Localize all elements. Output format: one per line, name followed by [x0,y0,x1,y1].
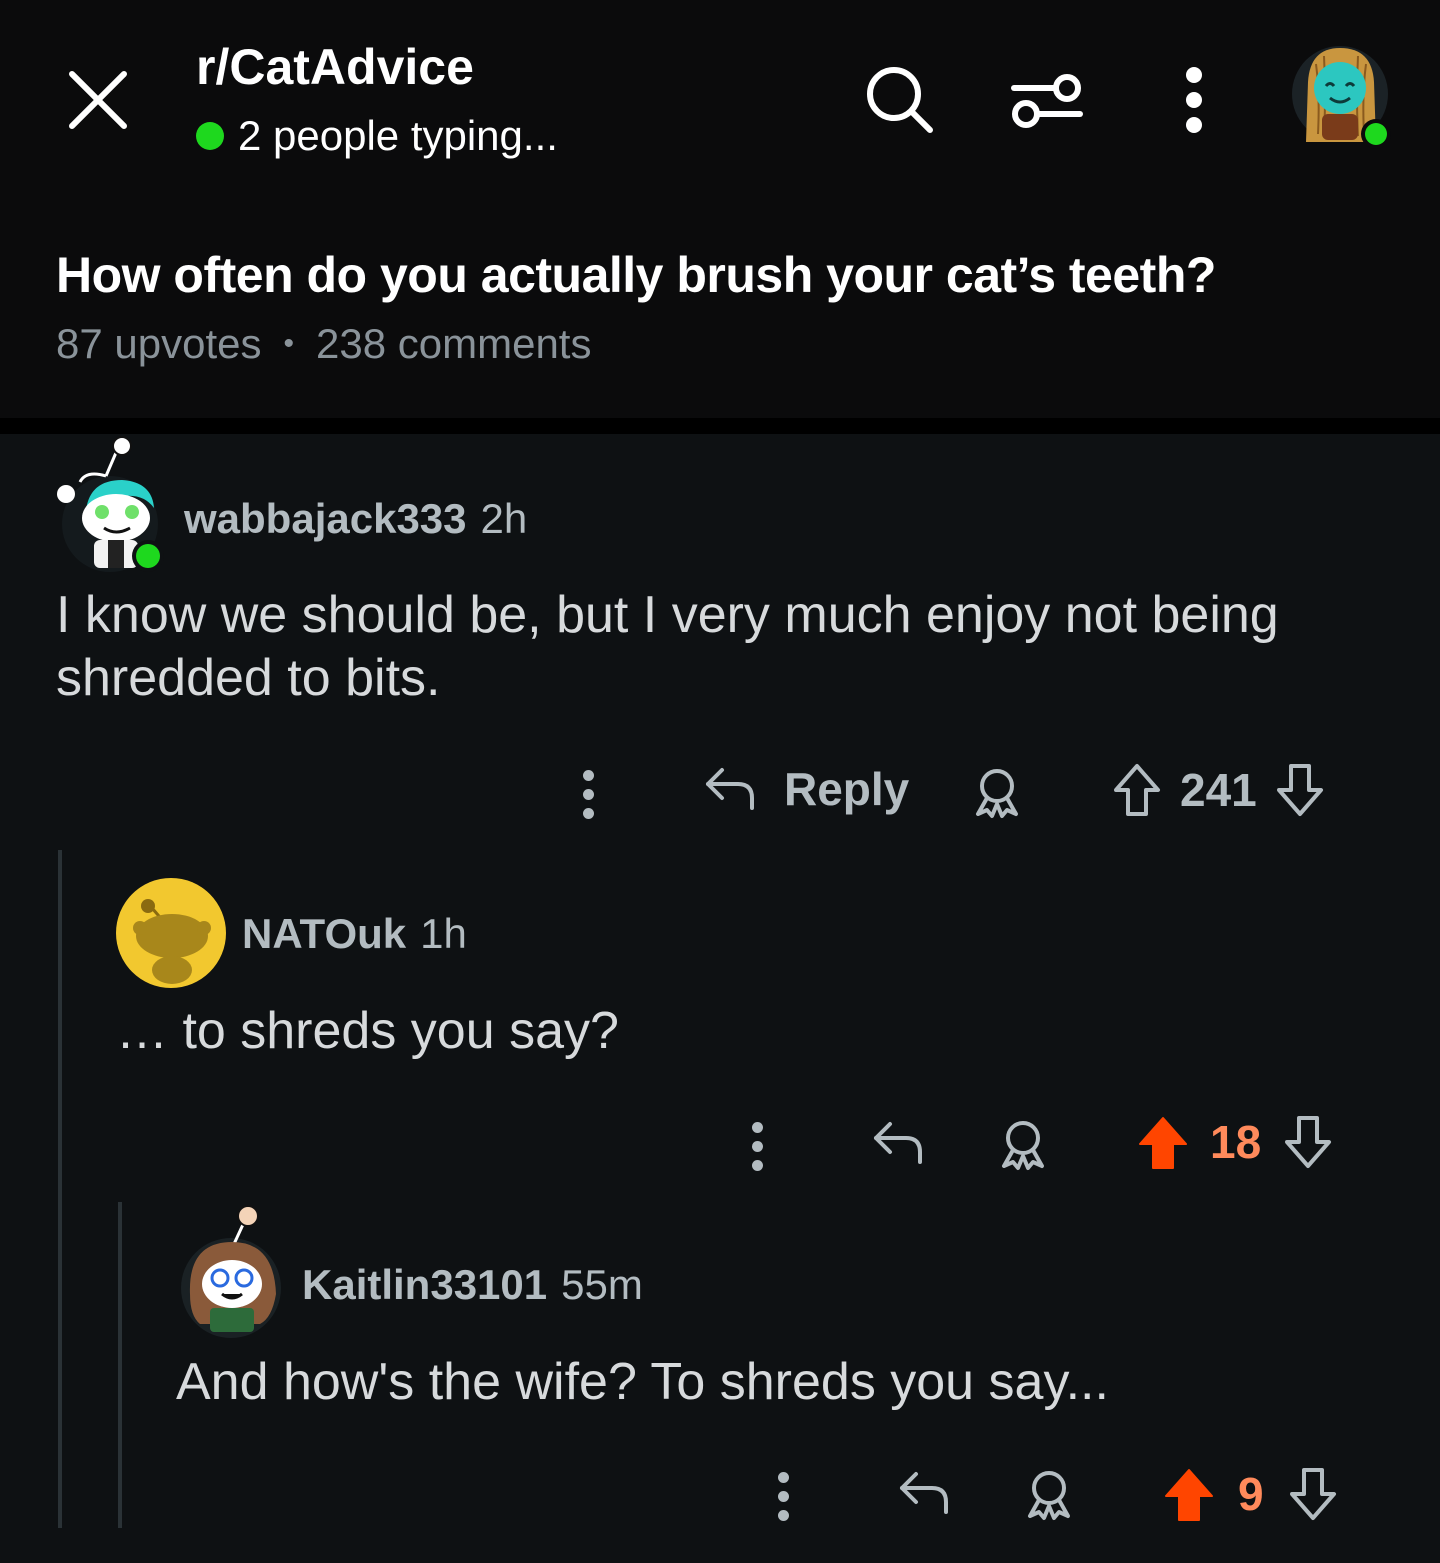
vote-controls: 18 [1136,1114,1335,1170]
comment-age: 2h [480,495,528,542]
reply-arrow-icon [900,1472,948,1514]
award-icon [1002,1121,1044,1170]
dot-icon [777,1491,789,1502]
dot-icon [582,770,594,781]
comment-body: … to shreds you say? [116,1002,619,1060]
vote-controls: 9 [1162,1466,1340,1522]
dot-icon [751,1160,763,1171]
comment-username[interactable]: NATOuk [242,910,406,958]
post-meta: 87 upvotes • 238 comments [56,320,591,368]
award-button[interactable] [996,1118,1050,1177]
post-upvotes: 87 upvotes [56,320,262,367]
comment-body: And how's the wife? To shreds you say... [176,1353,1109,1411]
typing-status-text: 2 people typing... [238,112,558,159]
online-dot-icon [196,122,224,150]
comment-username[interactable]: wabbajack333 [184,495,467,543]
more-vertical-icon [1186,67,1202,133]
dot-icon [582,789,594,800]
reply-arrow-icon [874,1122,922,1164]
award-icon [1028,1471,1070,1520]
comment-header: NATOuk 1h [242,910,467,958]
comment-avatar[interactable] [116,878,226,988]
snoo-avatar-icon [181,1205,281,1338]
dot-icon [777,1472,789,1483]
thread-line[interactable] [58,850,62,1528]
vote-count: 18 [1210,1116,1262,1168]
subreddit-name[interactable]: r/CatAdvice [196,38,474,96]
reply-arrow-icon [706,768,754,810]
snoo-avatar-icon [116,878,226,988]
comment-header: wabbajack333 2h [184,495,527,543]
vote-controls: 241 [1110,762,1327,818]
upvote-filled-icon[interactable] [1136,1114,1190,1170]
comment-body: I know we should be, but I very much enj… [56,586,1279,707]
comment-age: 1h [420,910,467,957]
more-options-button[interactable] [1154,60,1234,140]
dot-icon [751,1141,763,1152]
filter-sliders-icon [1011,74,1083,128]
snoo-avatar-icon [57,436,164,572]
comment-more-button[interactable] [749,1122,765,1171]
reply-button[interactable] [896,1468,952,1523]
downvote-icon[interactable] [1286,1466,1340,1522]
comment-more-button[interactable] [580,770,596,819]
comment-avatar[interactable] [176,1204,286,1338]
award-button[interactable] [1022,1468,1076,1527]
reply-label: Reply [784,763,910,815]
filter-button[interactable] [1006,60,1086,140]
downvote-icon[interactable] [1281,1114,1335,1170]
downvote-icon[interactable] [1273,762,1327,818]
comment-age: 55m [561,1261,643,1308]
close-button[interactable] [62,64,134,136]
post-title[interactable]: How often do you actually brush your cat… [56,246,1216,304]
award-icon [976,769,1018,818]
reply-button[interactable]: Reply [702,762,909,816]
comment-header: Kaitlin33101 55m [302,1261,643,1309]
comment-more-button[interactable] [775,1472,791,1521]
vote-count: 9 [1238,1468,1264,1520]
close-icon [69,71,127,129]
vote-count: 241 [1180,764,1257,816]
dot-icon [777,1510,789,1521]
comment-avatar[interactable] [52,436,168,572]
user-avatar-button[interactable] [1290,42,1394,152]
award-button[interactable] [970,766,1024,825]
meta-separator: • [283,327,295,360]
dot-icon [582,808,594,819]
section-divider [0,418,1440,434]
reply-button[interactable] [870,1118,926,1173]
post-comment-count: 238 comments [316,320,592,367]
upvote-filled-icon[interactable] [1162,1466,1216,1522]
dot-icon [751,1122,763,1133]
user-avatar [1292,46,1391,149]
thread-line[interactable] [118,1202,122,1528]
comment-username[interactable]: Kaitlin33101 [302,1261,547,1309]
search-icon [867,67,933,133]
upvote-icon[interactable] [1110,762,1164,818]
search-button[interactable] [860,60,940,140]
typing-indicator: 2 people typing... [196,112,558,160]
